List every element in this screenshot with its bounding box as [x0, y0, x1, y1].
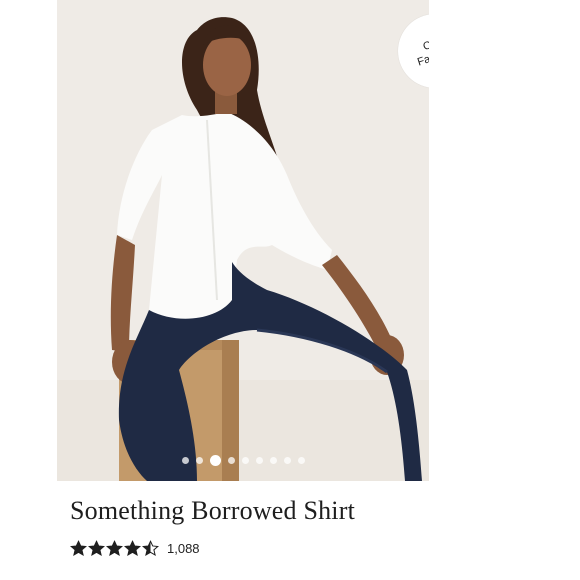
- carousel-dot[interactable]: [195, 457, 203, 464]
- star-icon: [124, 540, 141, 556]
- product-image[interactable]: Cult Favorite: [57, 0, 429, 481]
- star-icon: [70, 540, 87, 556]
- model-photo: [57, 0, 429, 481]
- review-count[interactable]: 1,088: [167, 541, 200, 556]
- carousel-dot[interactable]: [241, 457, 249, 464]
- product-title[interactable]: Something Borrowed Shirt: [70, 496, 355, 526]
- carousel-dot[interactable]: [255, 457, 263, 464]
- carousel-dot[interactable]: [269, 457, 277, 464]
- rating-stars: [70, 540, 159, 557]
- half-star-icon: [142, 540, 159, 556]
- star-icon: [106, 540, 123, 556]
- carousel-dots: [57, 455, 429, 466]
- carousel-dot[interactable]: [209, 455, 221, 466]
- carousel-dot[interactable]: [181, 457, 189, 464]
- star-icon: [88, 540, 105, 556]
- carousel-dot[interactable]: [297, 457, 305, 464]
- carousel-dot[interactable]: [283, 457, 291, 464]
- product-rating[interactable]: 1,088: [70, 540, 200, 557]
- carousel-dot[interactable]: [227, 457, 235, 464]
